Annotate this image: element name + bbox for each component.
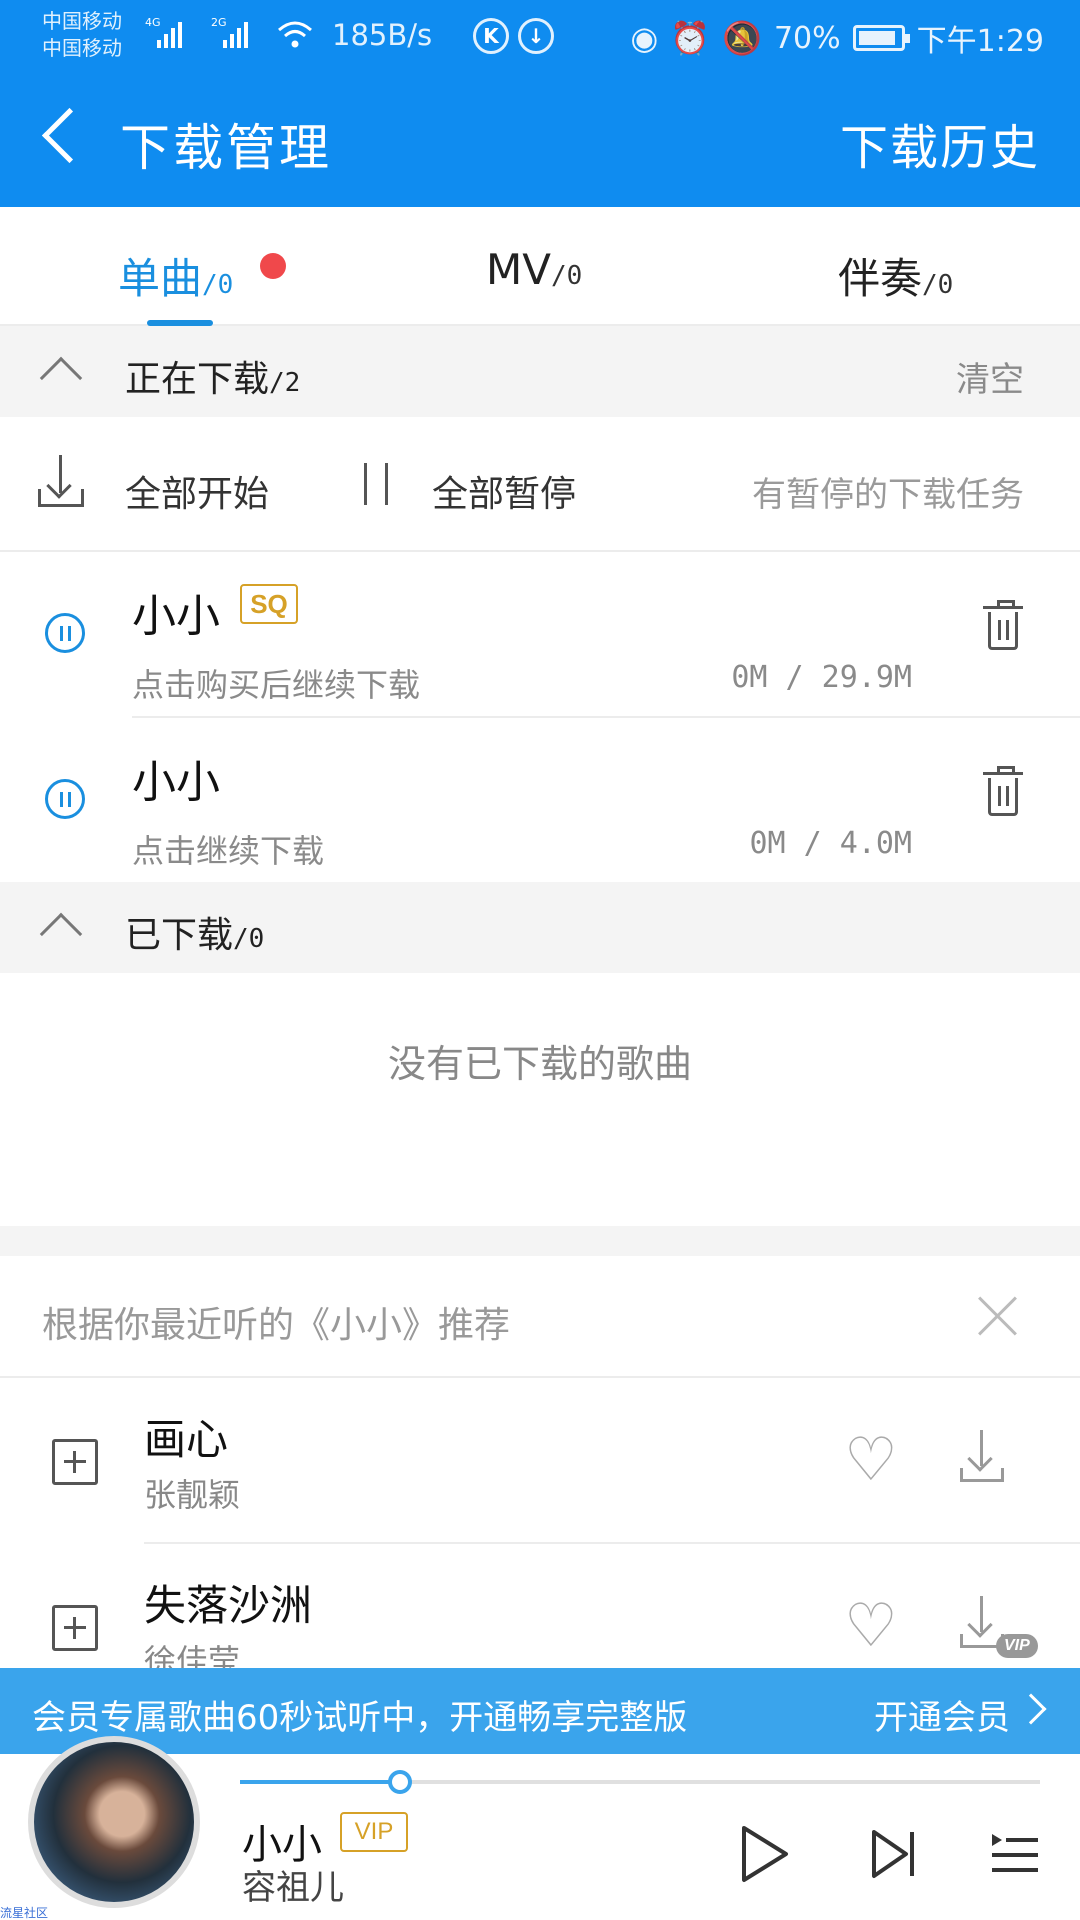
song-title: 画心 <box>144 1415 229 1464</box>
mute-bell-icon: 🔕 <box>722 19 762 57</box>
now-playing-artist: 容祖儿 <box>242 1868 344 1908</box>
status-right: ◉ ⏰ 🔕 70% 下午1:29 <box>630 16 1044 60</box>
downloaded-title: 已下载/0 <box>125 906 264 958</box>
progress-handle[interactable] <box>388 1770 412 1794</box>
tab-label: MV <box>486 245 551 294</box>
page-title: 下载管理 <box>120 119 332 177</box>
open-membership-button[interactable]: 开通会员 <box>874 1690 1010 1739</box>
carrier-1: 中国移动 <box>42 9 122 33</box>
download-size: 0M / 4.0M <box>749 826 912 861</box>
tab-count: /0 <box>922 270 954 300</box>
download-item[interactable]: 小小 SQ 点击购买后继续下载 0M / 29.9M <box>0 552 1080 718</box>
download-size: 0M / 29.9M <box>731 660 912 695</box>
downloaded-section-header[interactable]: 已下载/0 <box>0 882 1080 973</box>
back-button[interactable] <box>28 100 98 180</box>
progress-bar[interactable] <box>240 1770 1040 1794</box>
battery-percent: 70% <box>773 20 841 56</box>
clock: 下午1:29 <box>916 24 1044 59</box>
section-gap <box>0 1226 1080 1256</box>
collapse-chevron-icon[interactable] <box>39 912 83 956</box>
battery-icon <box>852 25 910 51</box>
artist-name: 张靓颖 <box>144 1476 241 1514</box>
recommendation-item[interactable]: 失落沙洲 徐佳莹 ♡ VIP <box>0 1544 1080 1668</box>
add-icon[interactable] <box>52 1439 98 1485</box>
new-indicator-dot <box>260 253 286 279</box>
playlist-icon[interactable] <box>990 1832 1040 1876</box>
wifi-icon <box>278 21 312 48</box>
vip-banner[interactable]: 会员专属歌曲60秒试听中，开通畅享完整版 开通会员 <box>0 1668 1080 1754</box>
add-icon[interactable] <box>52 1605 98 1651</box>
collapse-chevron-icon[interactable] <box>39 356 83 400</box>
downloading-title: 正在下载/2 <box>125 350 300 402</box>
album-art[interactable] <box>28 1736 200 1908</box>
alarm-icon: ⏰ <box>670 19 711 57</box>
heart-icon[interactable]: ♡ <box>844 1430 898 1490</box>
recommendation-item[interactable]: 画心 张靓颖 ♡ <box>0 1378 1080 1544</box>
trash-icon[interactable] <box>983 600 1023 650</box>
song-title: 小小 <box>132 591 220 642</box>
eye-icon: ◉ <box>630 19 659 57</box>
section-count: /0 <box>233 924 265 954</box>
download-controls: 全部开始 全部暂停 有暂停的下载任务 <box>0 417 1080 552</box>
section-label: 已下载 <box>125 915 234 956</box>
trash-icon[interactable] <box>983 766 1023 816</box>
recommendation-header: 根据你最近听的《小小》推荐 <box>0 1256 1080 1378</box>
vip-badge: VIP <box>996 1634 1038 1658</box>
section-count: /2 <box>269 368 301 398</box>
tab-singles[interactable]: 单曲/0 <box>118 245 233 306</box>
tab-count: /0 <box>550 261 583 291</box>
watermark: 流星社区 <box>0 1906 49 1920</box>
download-icon[interactable] <box>960 1430 1004 1482</box>
tab-bar: 单曲/0 MV/0 伴奏/0 <box>0 207 1080 326</box>
app-bar: 中国移动 中国移动 4G 2G 185B/s K ↓ ◉ ⏰ 🔕 70% 下午1… <box>0 0 1080 207</box>
vip-message: 会员专属歌曲60秒试听中，开通畅享完整版 <box>32 1698 688 1738</box>
vip-badge: VIP <box>340 1812 408 1852</box>
download-status[interactable]: 点击购买后继续下载 <box>132 660 420 706</box>
empty-message: 没有已下载的歌曲 <box>387 1042 692 1086</box>
heart-icon[interactable]: ♡ <box>844 1596 898 1656</box>
tab-mv[interactable]: MV/0 <box>486 245 582 294</box>
close-icon[interactable] <box>976 1294 1020 1338</box>
start-all-button[interactable]: 全部开始 <box>125 465 269 517</box>
pause-all-button[interactable]: 全部暂停 <box>432 465 576 517</box>
play-icon[interactable] <box>740 1824 790 1884</box>
signal-2g-icon: 2G <box>211 16 248 48</box>
pause-circle-icon[interactable] <box>45 779 85 819</box>
chevron-right-icon[interactable] <box>1015 1693 1047 1725</box>
download-status[interactable]: 点击继续下载 <box>132 826 324 872</box>
section-label: 正在下载 <box>125 359 270 400</box>
next-track-icon[interactable] <box>870 1828 916 1880</box>
paused-tasks-note: 有暂停的下载任务 <box>752 475 1024 515</box>
tab-count: /0 <box>202 270 234 300</box>
clear-button[interactable]: 清空 <box>956 352 1024 401</box>
signal-icons: 4G 2G <box>145 16 313 50</box>
sq-badge: SQ <box>240 584 298 624</box>
downloaded-empty-state: 没有已下载的歌曲 <box>0 973 1080 1226</box>
song-title: 失落沙洲 <box>144 1581 313 1630</box>
mini-player: 流星社区 小小 VIP 容祖儿 <box>0 1736 1080 1920</box>
carrier-2: 中国移动 <box>42 36 122 60</box>
tab-accompaniment[interactable]: 伴奏/0 <box>838 245 953 306</box>
artist-name: 徐佳莹 <box>144 1642 241 1668</box>
signal-4g-icon: 4G <box>145 16 182 48</box>
status-bar: 中国移动 中国移动 4G 2G 185B/s K ↓ ◉ ⏰ 🔕 70% 下午1… <box>0 0 1080 75</box>
pause-circle-icon[interactable] <box>45 613 85 653</box>
net-4g-label: 4G <box>145 16 161 29</box>
download-icon[interactable] <box>38 455 84 507</box>
downloading-section-header[interactable]: 正在下载/2 清空 <box>0 326 1080 417</box>
tab-label: 伴奏 <box>838 254 923 303</box>
network-speed: 185B/s <box>332 18 433 52</box>
pause-icon[interactable] <box>362 463 390 505</box>
carrier-info: 中国移动 中国移动 <box>42 8 122 62</box>
progress-fill <box>240 1780 400 1784</box>
net-2g-label: 2G <box>211 16 227 29</box>
download-item[interactable]: 小小 点击继续下载 0M / 4.0M <box>0 718 1080 884</box>
download-history-button[interactable]: 下载历史 <box>840 108 1040 178</box>
k-app-icon: K <box>473 18 509 54</box>
tab-label: 单曲 <box>118 254 203 303</box>
song-title: 小小 <box>132 757 220 808</box>
recommendation-title: 根据你最近听的《小小》推荐 <box>42 1305 511 1346</box>
download-status-icon: ↓ <box>518 18 554 54</box>
